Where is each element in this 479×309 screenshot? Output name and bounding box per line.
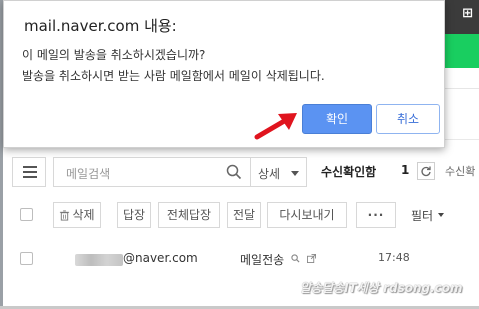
reply-button[interactable]: 답장 bbox=[117, 202, 151, 228]
mail-subject[interactable]: 메일전송 bbox=[240, 251, 284, 268]
dialog-message-line2: 발송을 취소하시면 받는 사람 메일함에서 메일이 삭제됩니다. bbox=[22, 69, 325, 83]
forward-button[interactable]: 전달 bbox=[227, 202, 261, 228]
received-tab-partial[interactable]: 수신확 bbox=[445, 163, 475, 179]
dialog-title: mail.naver.com 내용: bbox=[24, 17, 177, 35]
resend-button[interactable]: 다시보내기 bbox=[267, 202, 347, 228]
blurred-sender-name bbox=[75, 254, 123, 266]
filter-dropdown[interactable]: 필터 bbox=[411, 207, 433, 224]
mail-time: 17:48 bbox=[378, 251, 410, 264]
menu-icon-bar bbox=[23, 171, 37, 173]
hamburger-menu-button[interactable] bbox=[12, 157, 46, 187]
mail-count: 1 bbox=[401, 163, 410, 177]
search-placeholder: 메일검색 bbox=[66, 167, 111, 181]
mail-sender[interactable]: @naver.com bbox=[123, 251, 198, 265]
more-button[interactable]: ··· bbox=[356, 202, 396, 228]
watermark-text: 알송달송IT세상 rdsong.com bbox=[300, 281, 463, 295]
red-arrow-annotation bbox=[254, 113, 297, 140]
menu-icon-bar bbox=[23, 166, 37, 168]
mail-row-checkbox[interactable] bbox=[20, 252, 33, 265]
menu-icon-bar bbox=[23, 176, 37, 178]
detail-search-label: 상세 bbox=[258, 167, 281, 181]
reply-all-button[interactable]: 전체답장 bbox=[158, 202, 220, 228]
delete-label: 삭제 bbox=[72, 208, 95, 222]
open-new-window-icon[interactable] bbox=[307, 254, 316, 263]
search-icon[interactable] bbox=[226, 164, 242, 180]
naver-green-bar bbox=[445, 34, 479, 68]
refresh-button[interactable] bbox=[417, 162, 435, 180]
trash-icon bbox=[60, 210, 70, 221]
top-right-dark-bar: ⊞ bbox=[445, 0, 479, 34]
read-receipt-title: 수신확인함 bbox=[321, 165, 377, 179]
confirm-button[interactable]: 확인 bbox=[302, 104, 372, 134]
chevron-down-icon bbox=[438, 213, 444, 217]
detail-search-dropdown[interactable]: 상세 bbox=[251, 157, 307, 187]
dialog-message-line1: 이 메일의 발송을 취소하시겠습니까? bbox=[22, 48, 206, 62]
select-all-checkbox[interactable] bbox=[20, 208, 33, 221]
chevron-down-icon bbox=[291, 171, 299, 176]
preview-search-icon[interactable] bbox=[291, 254, 300, 263]
refresh-icon bbox=[421, 166, 431, 177]
confirm-dialog: mail.naver.com 내용: 이 메일의 발송을 취소하시겠습니까? 발… bbox=[3, 0, 445, 148]
delete-button[interactable]: 삭제 bbox=[53, 202, 101, 228]
top-right-cut-icon: ⊞ bbox=[462, 6, 473, 21]
search-input[interactable]: 메일검색 bbox=[53, 157, 251, 187]
cancel-button[interactable]: 취소 bbox=[376, 104, 440, 134]
